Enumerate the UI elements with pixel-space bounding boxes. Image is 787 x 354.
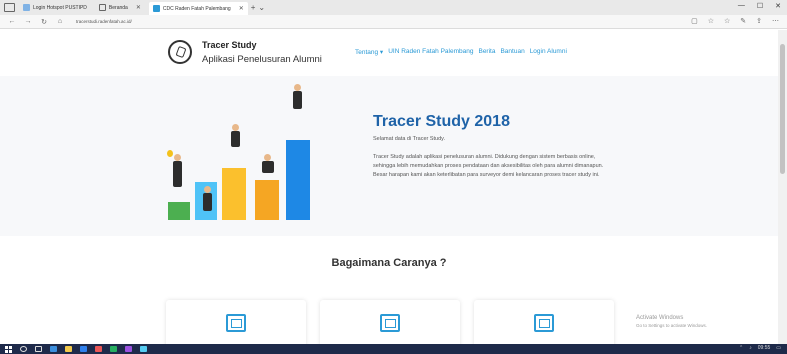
bar-orange [255,180,279,220]
activate-windows-watermark: Activate Windows Go to Settings to activ… [636,314,707,330]
web-page: Tracer Study Aplikasi Penelusuran Alumni… [0,30,778,344]
hero-description: Tracer Study adalah aplikasi penelusuran… [373,154,604,178]
url-field[interactable]: tracerstudi.radenfatah.ac.id/ [76,19,132,24]
hero-tagline: Selamat data di Tracer Study. [373,136,446,142]
window-controls: — ☐ ✕ [738,2,781,10]
register-form-icon [226,314,246,332]
hero-section: Tracer Study 2018 Selamat data di Tracer… [0,76,778,236]
main-nav: Tentang ▾ UIN Raden Fatah Palembang Beri… [355,48,567,56]
brand-subtitle: Aplikasi Penelusuran Alumni [202,54,322,65]
app-green-icon[interactable] [110,346,117,352]
edge-browser-icon[interactable] [50,346,57,352]
nav-item-uin[interactable]: UIN Raden Fatah Palembang [388,48,473,56]
tab-close-icon[interactable]: ✕ [239,5,244,12]
nav-item-login-alumni[interactable]: Login Alumni [530,48,567,56]
how-it-works-title: Bagaimana Caranya ? [331,257,447,269]
tab-login-hotspot[interactable]: Login Hotspot PUSTIPD [19,2,91,14]
search-icon[interactable] [20,346,27,352]
tab-favicon-icon [152,5,160,12]
tab-label: CDC Raden Fatah Palembang [162,5,231,12]
address-bar-actions: ▢ ☆ ☆ ✎ ⇪ ⋯ [691,17,779,25]
scrollbar-thumb[interactable] [780,44,785,174]
tab-close-icon[interactable]: ✕ [136,4,141,11]
tab-label: Beranda [108,4,128,11]
tab-beranda[interactable]: Beranda ✕ [95,2,145,14]
app-purple-icon[interactable] [125,346,132,352]
forward-icon[interactable]: → [24,18,32,25]
success-bars-illustration [160,76,320,236]
tab-favicon-icon [23,4,30,11]
nav-item-tentang[interactable]: Tentang ▾ [355,48,383,56]
close-window-icon[interactable]: ✕ [775,2,781,10]
app-blue-icon[interactable] [140,346,147,352]
tab-favicon-icon [98,4,106,11]
step-card-fill-survey[interactable] [320,300,460,344]
bar-green [168,202,190,220]
notes-pen-icon[interactable]: ✎ [740,17,746,25]
network-icon[interactable]: ⌃ [739,345,743,351]
watermark-line2: Go to Settings to activate Windows. [636,323,708,328]
brand-title[interactable]: Tracer Study [202,40,257,50]
step-card-register[interactable] [166,300,306,344]
step-card-submit[interactable] [474,300,614,344]
page-scrollbar[interactable] [778,30,787,344]
task-view-icon[interactable] [35,346,42,352]
browser-tab-bar: Login Hotspot PUSTIPD Beranda ✕ CDC Rade… [0,0,787,15]
hero-title: Tracer Study 2018 [373,113,510,130]
site-header: Tracer Study Aplikasi Penelusuran Alumni… [0,30,778,76]
nav-item-berita[interactable]: Berita [478,48,495,56]
back-icon[interactable]: ← [8,18,16,25]
file-explorer-icon[interactable] [65,346,72,352]
system-tray: ⌃ ♪ 09:55 ▭ [739,345,781,351]
favorites-hub-icon[interactable]: ☆ [724,17,730,25]
notifications-icon[interactable]: ▭ [776,345,781,351]
submit-screen-icon [534,314,554,332]
refresh-icon[interactable]: ↻ [40,18,48,26]
tracer-study-logo-icon[interactable] [168,40,192,64]
bar-blue [286,140,310,220]
tab-actions-icon[interactable] [4,3,15,12]
reading-view-icon[interactable]: ▢ [691,17,698,25]
watermark-line1: Activate Windows [636,315,684,321]
volume-icon[interactable]: ♪ [749,345,752,351]
favorite-star-icon[interactable]: ☆ [708,17,714,25]
survey-document-icon [380,314,400,332]
bar-yellow [222,168,246,220]
windows-taskbar: ⌃ ♪ 09:55 ▭ [0,344,787,354]
minimize-icon[interactable]: — [738,2,745,10]
tab-label: Login Hotspot PUSTIPD [33,4,87,11]
app-red-icon[interactable] [95,346,102,352]
nav-item-bantuan[interactable]: Bantuan [500,48,524,56]
more-menu-icon[interactable]: ⋯ [772,17,779,25]
maximize-icon[interactable]: ☐ [757,2,763,10]
share-icon[interactable]: ⇪ [756,17,762,25]
address-bar: ← → ↻ ⌂ tracerstudi.radenfatah.ac.id/ ▢ … [0,15,787,29]
windows-start-icon[interactable] [5,345,12,353]
tab-list-chevron-icon[interactable]: ⌄ [258,3,265,12]
new-tab-icon[interactable]: + [251,3,256,12]
home-icon[interactable]: ⌂ [56,18,64,25]
store-icon[interactable] [80,346,87,352]
tab-cdc-raden-fatah[interactable]: CDC Raden Fatah Palembang ✕ [148,2,248,15]
clock[interactable]: 09:55 [758,345,771,351]
